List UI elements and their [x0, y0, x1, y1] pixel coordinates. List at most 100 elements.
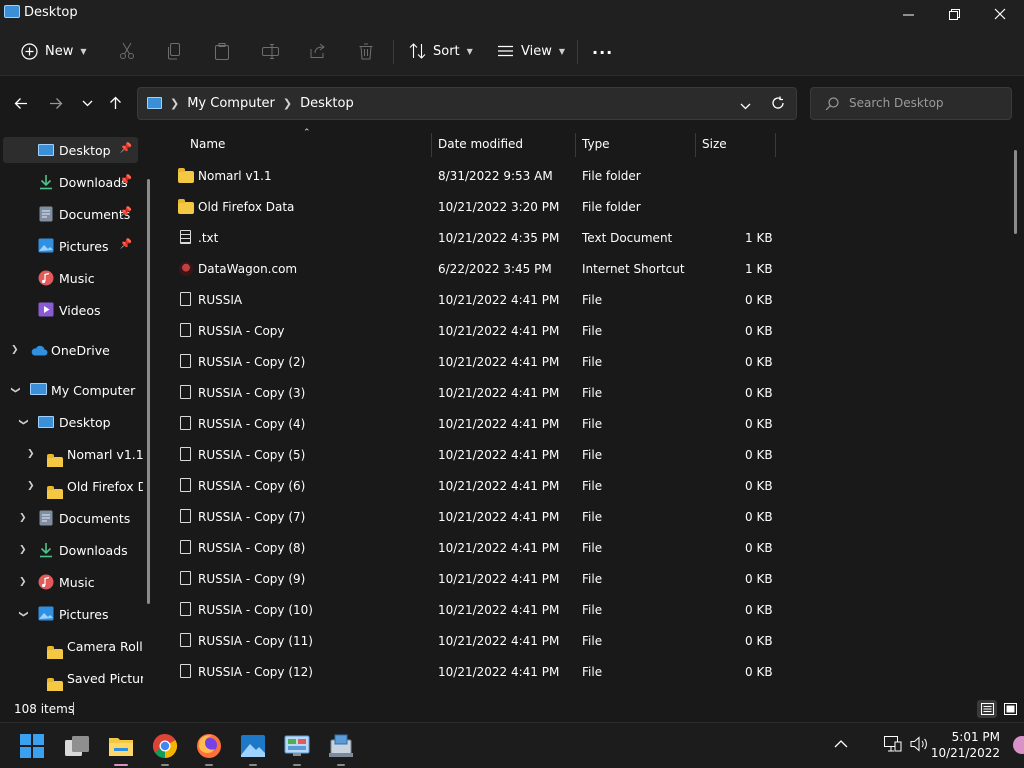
task-view-icon: [65, 736, 89, 756]
tree-item-saved-pictures[interactable]: Saved Picture: [3, 665, 143, 691]
column-header-date[interactable]: Date modified: [438, 137, 523, 151]
minimize-button[interactable]: [885, 0, 931, 28]
restore-button[interactable]: [931, 0, 977, 28]
sidebar-item-music[interactable]: Music: [3, 265, 138, 291]
address-bar[interactable]: ❯ My Computer ❯ Desktop: [137, 87, 797, 120]
table-row[interactable]: RUSSIA - Copy (9) 10/21/2022 4:41 PM File 0…: [160, 564, 780, 595]
table-row[interactable]: RUSSIA - Copy (10) 10/21/2022 4:41 PM File…: [160, 595, 780, 626]
view-button[interactable]: View ▼: [496, 38, 565, 64]
column-header-size[interactable]: Size: [702, 137, 727, 151]
sidebar-item-videos[interactable]: Videos: [3, 297, 138, 323]
show-hidden-icons-button[interactable]: [834, 737, 848, 751]
forward-button[interactable]: [44, 91, 68, 115]
search-box[interactable]: [810, 87, 1012, 120]
delete-button[interactable]: [357, 38, 375, 64]
column-divider[interactable]: [775, 133, 776, 157]
back-button[interactable]: [9, 91, 33, 115]
recent-locations-button[interactable]: [75, 91, 99, 115]
copy-button[interactable]: [165, 38, 183, 64]
table-row[interactable]: RUSSIA - Copy (11) 10/21/2022 4:41 PM File…: [160, 626, 780, 657]
chevron-down-icon[interactable]: ❯: [18, 610, 28, 618]
sidebar-scrollbar[interactable]: [147, 179, 150, 604]
more-options-button[interactable]: ...: [592, 35, 613, 61]
start-button[interactable]: [17, 731, 47, 761]
file-list-scrollbar[interactable]: [1014, 150, 1017, 234]
arrow-right-icon: [50, 97, 63, 109]
table-row[interactable]: RUSSIA - Copy (6) 10/21/2022 4:41 PM File 0…: [160, 471, 780, 502]
table-row[interactable]: RUSSIA 10/21/2022 4:41 PM File 0 KB: [160, 285, 780, 316]
sidebar-item-pictures[interactable]: Pictures 📌: [3, 233, 138, 259]
column-divider[interactable]: [431, 133, 432, 157]
table-row[interactable]: RUSSIA - Copy (8) 10/21/2022 4:41 PM File 0…: [160, 533, 780, 564]
tree-item-desktop[interactable]: ❯ Desktop: [3, 409, 143, 435]
table-row[interactable]: DataWagon.com 6/22/2022 3:45 PM Internet S…: [160, 254, 780, 285]
column-divider[interactable]: [695, 133, 696, 157]
sort-button[interactable]: Sort ▼: [408, 38, 473, 64]
share-button[interactable]: [309, 38, 327, 64]
address-dropdown-button[interactable]: [740, 99, 751, 113]
cut-button[interactable]: [118, 38, 136, 64]
firefox-button[interactable]: [194, 731, 224, 766]
folder-icon: [47, 486, 63, 499]
up-button[interactable]: [103, 91, 127, 115]
details-view-button[interactable]: [977, 700, 997, 718]
new-button[interactable]: New ▼: [20, 38, 87, 64]
control-panel-button[interactable]: [282, 731, 312, 766]
column-header-type[interactable]: Type: [582, 137, 610, 151]
chevron-right-icon[interactable]: ❯: [11, 345, 19, 355]
close-button[interactable]: [977, 0, 1023, 28]
tree-item-old-firefox[interactable]: ❯ Old Firefox Da: [3, 473, 143, 499]
breadcrumb-my-computer[interactable]: My Computer: [187, 96, 275, 111]
system-clock[interactable]: 5:01 PM 10/21/2022: [931, 729, 1000, 761]
chevron-right-icon[interactable]: ❯: [27, 481, 35, 491]
sidebar-item-desktop[interactable]: Desktop 📌: [3, 137, 138, 163]
table-row[interactable]: Old Firefox Data 10/21/2022 3:20 PM File f…: [160, 192, 780, 223]
chevron-right-icon[interactable]: ❯: [19, 513, 27, 523]
sidebar-item-documents[interactable]: Documents 📌: [3, 201, 138, 227]
chevron-right-icon[interactable]: ❯: [19, 577, 27, 587]
chevron-right-icon[interactable]: ❯: [19, 545, 27, 555]
table-row[interactable]: Nomarl v1.1 8/31/2022 9:53 AM File folder: [160, 161, 780, 192]
sidebar-item-my-computer[interactable]: ❯ My Computer: [3, 377, 138, 403]
file-icon: [180, 633, 191, 647]
chevron-down-icon[interactable]: ❯: [10, 386, 20, 394]
breadcrumb-desktop[interactable]: Desktop: [300, 96, 354, 111]
volume-button[interactable]: [910, 736, 928, 755]
search-input[interactable]: [849, 96, 999, 110]
tree-item-downloads[interactable]: ❯ Downloads: [3, 537, 143, 563]
tree-item-camera-roll[interactable]: Camera Roll: [3, 633, 143, 659]
refresh-button[interactable]: [771, 96, 785, 113]
table-row[interactable]: RUSSIA - Copy (5) 10/21/2022 4:41 PM File 0…: [160, 440, 780, 471]
file-size: 0 KB: [745, 479, 773, 493]
table-row[interactable]: .txt 10/21/2022 4:35 PM Text Document 1 KB: [160, 223, 780, 254]
sidebar-item-downloads[interactable]: Downloads 📌: [3, 169, 138, 195]
notification-badge[interactable]: [1013, 736, 1024, 754]
tree-item-nomarl[interactable]: ❯ Nomarl v1.1: [3, 441, 143, 467]
network-status-button[interactable]: [884, 736, 902, 755]
computer-icon: [147, 97, 162, 109]
paste-button[interactable]: [213, 38, 231, 64]
tree-item-documents[interactable]: ❯ Documents: [3, 505, 143, 531]
table-row[interactable]: RUSSIA - Copy (7) 10/21/2022 4:41 PM File 0…: [160, 502, 780, 533]
file-explorer-button[interactable]: [100, 726, 142, 766]
table-row[interactable]: RUSSIA - Copy (3) 10/21/2022 4:41 PM File 0…: [160, 378, 780, 409]
task-view-button[interactable]: [62, 731, 92, 761]
chevron-down-icon[interactable]: ❯: [18, 418, 28, 426]
sidebar-item-onedrive[interactable]: ❯ OneDrive: [3, 337, 138, 363]
tree-item-music[interactable]: ❯ Music: [3, 569, 143, 595]
column-divider[interactable]: [575, 133, 576, 157]
table-row[interactable]: RUSSIA - Copy (4) 10/21/2022 4:41 PM File 0…: [160, 409, 780, 440]
tree-item-pictures[interactable]: ❯ Pictures: [3, 601, 143, 627]
file-name: RUSSIA - Copy (7): [198, 510, 306, 524]
table-row[interactable]: RUSSIA - Copy (12) 10/21/2022 4:41 PM File…: [160, 657, 780, 688]
photos-button[interactable]: [238, 731, 268, 766]
table-row[interactable]: RUSSIA - Copy 10/21/2022 4:41 PM File 0 KB: [160, 316, 780, 347]
chrome-button[interactable]: [150, 731, 180, 766]
chevron-right-icon[interactable]: ❯: [27, 449, 35, 459]
rename-button[interactable]: [261, 38, 279, 64]
tiles-view-button[interactable]: [1000, 700, 1020, 718]
network-app-button[interactable]: [326, 731, 356, 766]
table-row[interactable]: RUSSIA - Copy (2) 10/21/2022 4:41 PM File 0…: [160, 347, 780, 378]
running-indicator: [337, 764, 345, 766]
column-header-name[interactable]: Name: [190, 137, 225, 151]
